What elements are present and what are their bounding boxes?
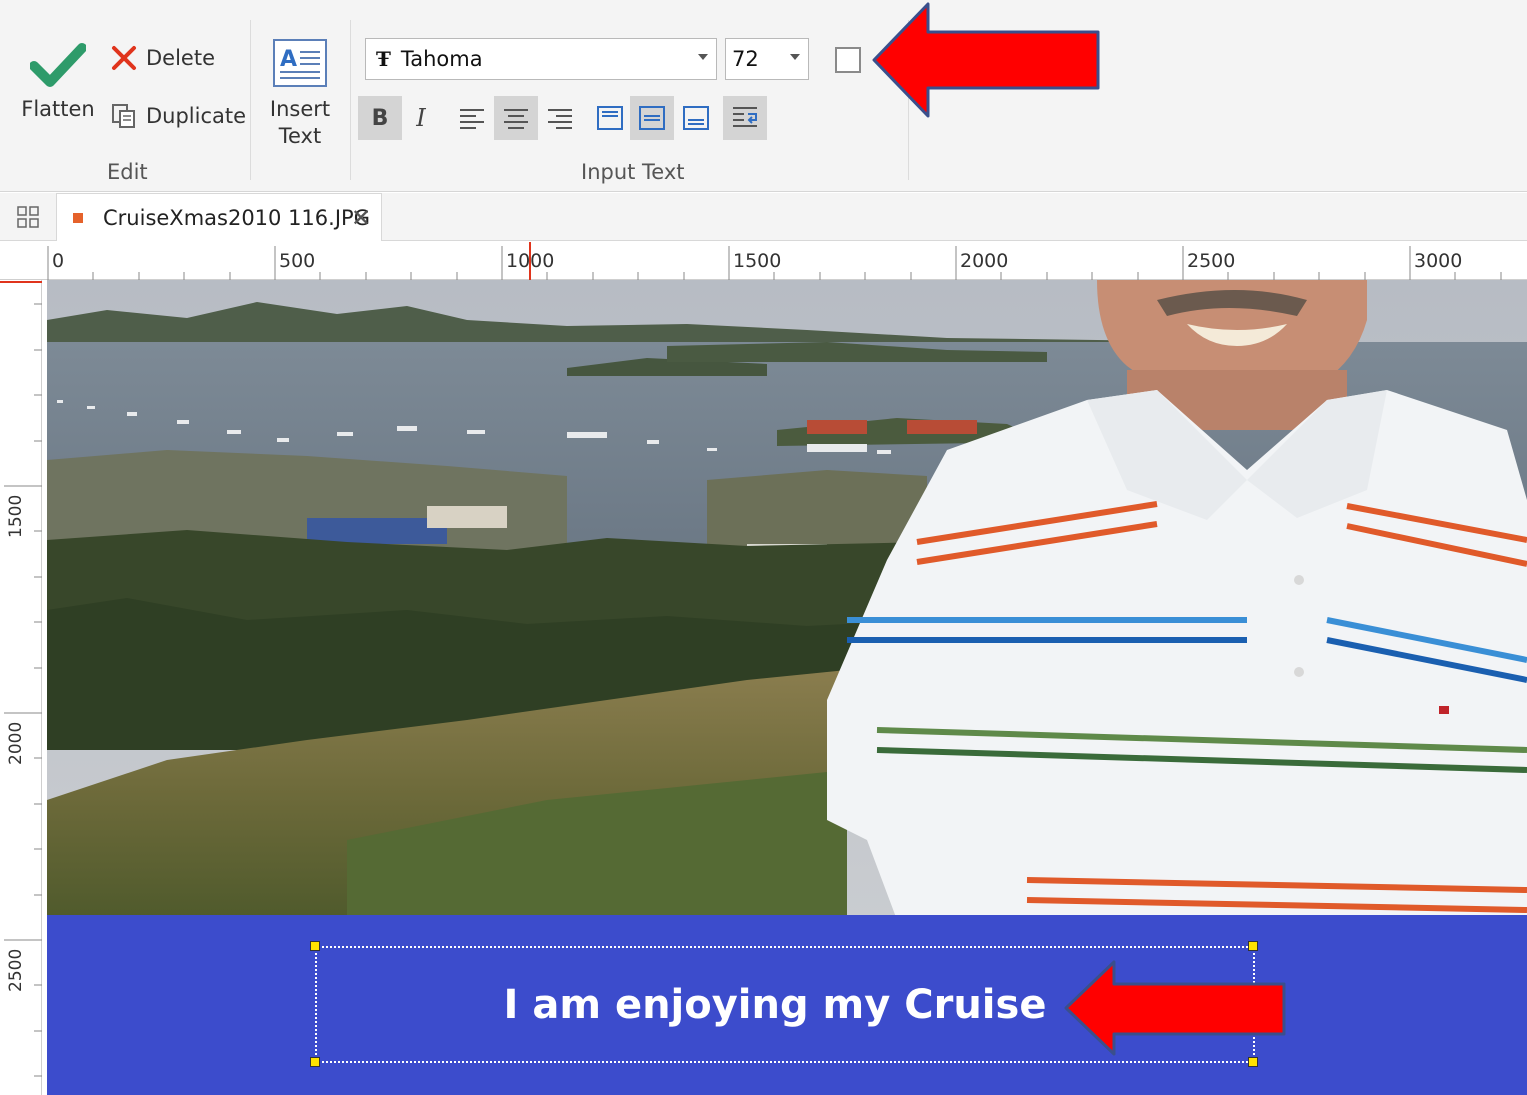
align-center-icon — [504, 109, 528, 129]
ruler-label: 2500 — [6, 948, 26, 992]
duplicate-label: Duplicate — [146, 104, 247, 128]
caption-text[interactable]: I am enjoying my Cruise — [444, 982, 1047, 1028]
ruler-label: 1000 — [506, 250, 555, 272]
group-separator — [350, 20, 351, 180]
ruler-label: 500 — [279, 250, 316, 272]
horizontal-ruler[interactable]: 0 500 1000 1500 2000 2500 3000 — [36, 242, 1527, 280]
align-left-icon — [460, 109, 484, 129]
italic-button[interactable]: I — [399, 96, 443, 140]
ruler-label: 1500 — [6, 494, 26, 538]
resize-handle-top-right[interactable] — [1248, 941, 1258, 951]
document-tab-title: CruiseXmas2010 116.JPG — [103, 205, 370, 230]
italic-label: I — [416, 104, 426, 132]
ruler-label: 2500 — [1187, 250, 1236, 272]
text-wrap-button[interactable] — [723, 96, 767, 140]
font-size-value: 72 — [732, 47, 759, 71]
grid-view-icon[interactable] — [16, 205, 40, 233]
align-left-button[interactable] — [450, 96, 494, 140]
insert-text-button[interactable]: A Insert Text — [262, 38, 338, 150]
document-tabstrip: CruiseXmas2010 116.JPG ✕ — [0, 193, 1527, 241]
chevron-down-icon — [790, 54, 800, 60]
bold-label: B — [371, 105, 389, 131]
ribbon: Flatten Delete Duplicate Edit A Insert T… — [0, 0, 1527, 192]
flatten-label: Flatten — [21, 97, 95, 121]
person-photo — [827, 280, 1527, 920]
flatten-button[interactable]: Flatten — [18, 40, 98, 123]
valign-bottom-button[interactable] — [674, 96, 718, 140]
align-right-button[interactable] — [538, 96, 582, 140]
font-type-icon: Ŧ — [376, 47, 391, 71]
insert-text-label-line1: Insert — [269, 97, 331, 121]
svg-text:A: A — [280, 47, 297, 72]
font-family-value: Tahoma — [400, 47, 483, 71]
horizontal-ruler-ticks — [47, 242, 1502, 280]
vertical-ruler[interactable]: 1500 2000 2500 — [0, 280, 42, 1095]
insert-text-icon: A — [273, 39, 327, 87]
valign-middle-icon — [639, 106, 665, 130]
resize-handle-top-left[interactable] — [310, 941, 320, 951]
delete-x-icon — [112, 46, 136, 70]
ruler-label: 3000 — [1414, 250, 1463, 272]
resize-handle-bottom-right[interactable] — [1248, 1057, 1258, 1067]
delete-label: Delete — [146, 46, 215, 70]
duplicate-icon — [112, 104, 135, 128]
annotation-arrow-caption — [1064, 960, 1286, 1056]
edit-group-label: Edit — [107, 160, 148, 184]
ruler-label: 2000 — [6, 721, 26, 765]
insert-text-label-line2: Text — [278, 124, 322, 148]
close-icon[interactable]: ✕ — [351, 204, 371, 232]
group-separator — [250, 20, 251, 180]
chevron-down-icon — [698, 54, 708, 60]
image-file-icon — [73, 212, 83, 223]
font-family-select[interactable]: Ŧ Tahoma — [365, 38, 717, 80]
duplicate-button[interactable]: Duplicate — [110, 102, 246, 130]
align-center-button[interactable] — [494, 96, 538, 140]
document-tab[interactable]: CruiseXmas2010 116.JPG ✕ — [56, 193, 382, 241]
ruler-label: 0 — [52, 250, 65, 272]
font-size-select[interactable]: 72 — [725, 38, 809, 80]
valign-top-button[interactable] — [588, 96, 632, 140]
input-text-group-label: Input Text — [581, 160, 685, 184]
valign-bottom-icon — [683, 106, 709, 130]
ruler-label: 2000 — [960, 250, 1009, 272]
bold-button[interactable]: B — [358, 96, 402, 140]
align-right-icon — [548, 109, 572, 129]
text-option-checkbox[interactable] — [835, 47, 861, 73]
checkmark-icon — [30, 43, 86, 87]
valign-top-icon — [597, 106, 623, 130]
delete-button[interactable]: Delete — [110, 44, 215, 72]
annotation-arrow-checkbox — [872, 2, 1100, 118]
text-wrap-icon — [733, 107, 757, 127]
resize-handle-bottom-left[interactable] — [310, 1057, 320, 1067]
valign-middle-button[interactable] — [630, 96, 674, 140]
ruler-label: 1500 — [733, 250, 782, 272]
